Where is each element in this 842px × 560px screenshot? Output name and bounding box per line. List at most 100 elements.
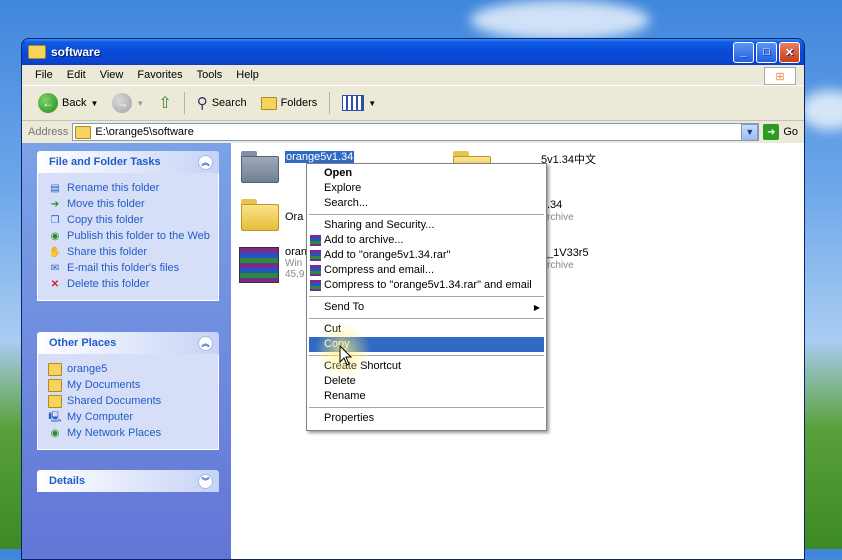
task-copy[interactable]: ❐ Copy this folder [48, 214, 212, 227]
other-places-header[interactable]: Other Places ︽ [37, 332, 219, 354]
menu-bar: File Edit View Favorites Tools Help ⊞ [22, 65, 804, 85]
menu-compress-rar-email[interactable]: Compress to "orange5v1.34.rar" and email [307, 278, 546, 293]
go-arrow-icon[interactable]: ➜ [763, 124, 780, 140]
place-my-documents[interactable]: My Documents [48, 379, 212, 392]
address-path: E:\orange5\software [95, 126, 194, 138]
place-network[interactable]: ◉ My Network Places [48, 427, 212, 440]
other-places-panel: Other Places ︽ orange5 My Documents Shar… [37, 332, 219, 450]
back-arrow-icon: ← [38, 93, 58, 113]
mouse-pointer-icon [339, 345, 353, 366]
up-folder-button[interactable]: ⇧ [154, 91, 175, 115]
address-label: Address [28, 126, 69, 138]
back-label: Back [62, 97, 87, 109]
address-input[interactable]: E:\orange5\software ▼ [72, 123, 760, 141]
menu-favorites[interactable]: Favorites [130, 69, 189, 81]
panel-title: Other Places [49, 337, 117, 349]
menu-rename[interactable]: Rename [307, 389, 546, 404]
winrar-icon [310, 235, 321, 246]
chevron-down-icon[interactable]: ▼ [90, 99, 98, 108]
windows-logo-icon: ⊞ [764, 67, 796, 85]
folders-icon [260, 96, 277, 110]
menu-help[interactable]: Help [229, 69, 266, 81]
place-orange5[interactable]: orange5 [48, 363, 212, 376]
file-name: 5v1.34中文 [541, 154, 597, 166]
views-button[interactable]: ▼ [338, 93, 380, 113]
folder-icon [75, 125, 92, 139]
file-type: rchive [547, 212, 574, 223]
other-places-list: orange5 My Documents Shared Documents 🖳 M… [37, 354, 219, 450]
menu-properties[interactable]: Properties [307, 411, 546, 426]
winrar-icon [310, 265, 321, 276]
search-button[interactable]: ⚲ Search [193, 92, 251, 114]
forward-button[interactable]: → ▼ [108, 91, 148, 115]
toolbar-separator [183, 92, 185, 114]
chevron-down-icon: ▼ [368, 98, 377, 108]
file-item[interactable]: Ora [241, 199, 303, 231]
close-button[interactable]: ✕ [779, 41, 800, 63]
menu-add-archive[interactable]: Add to archive... [307, 233, 546, 248]
details-header[interactable]: Details ︾ [37, 470, 219, 492]
file-item[interactable]: _1V33r5 rchive [547, 247, 589, 272]
task-share[interactable]: ✋ Share this folder [48, 246, 212, 259]
window-title: software [51, 45, 101, 59]
winrar-icon [310, 250, 321, 261]
file-type: rchive [547, 260, 574, 271]
collapse-chevron-icon[interactable]: ︽ [198, 335, 213, 351]
menu-view[interactable]: View [93, 69, 131, 81]
task-rename[interactable]: ▤ Rename this folder [48, 182, 212, 195]
panel-title: Details [49, 475, 86, 487]
file-name: oran [285, 246, 308, 258]
task-move[interactable]: ➔ Move this folder [48, 198, 212, 211]
file-item[interactable]: .34 rchive [547, 199, 574, 224]
folder-icon [48, 363, 62, 376]
menu-add-rar[interactable]: Add to "orange5v1.34.rar" [307, 248, 546, 263]
globe-icon: ◉ [50, 230, 60, 242]
collapse-chevron-icon[interactable]: ︽ [198, 154, 213, 170]
menu-compress-email[interactable]: Compress and email... [307, 263, 546, 278]
details-panel: Details ︾ [37, 470, 219, 492]
rename-icon: ▤ [50, 182, 60, 194]
menu-file[interactable]: File [28, 69, 60, 81]
chevron-down-icon[interactable]: ▼ [136, 99, 144, 108]
documents-icon [48, 379, 62, 392]
address-dropdown-button[interactable]: ▼ [741, 123, 759, 141]
maximize-button[interactable]: □ [756, 41, 777, 63]
task-delete[interactable]: ✕ Delete this folder [48, 278, 212, 291]
winrar-archive-icon [239, 247, 279, 283]
menu-tools[interactable]: Tools [190, 69, 230, 81]
folder-icon [28, 45, 46, 59]
place-shared-documents[interactable]: Shared Documents [48, 395, 212, 408]
menu-separator [309, 296, 544, 297]
forward-arrow-icon: → [112, 93, 133, 113]
task-email[interactable]: ✉ E-mail this folder's files [48, 262, 212, 275]
folder-icon [241, 151, 279, 183]
go-button[interactable]: Go [783, 126, 798, 138]
task-publish[interactable]: ◉ Publish this folder to the Web [48, 230, 212, 243]
menu-send-to[interactable]: Send To ▶ [307, 300, 546, 315]
place-my-computer[interactable]: 🖳 My Computer [48, 411, 212, 424]
menu-edit[interactable]: Edit [60, 69, 93, 81]
delete-icon: ✕ [50, 278, 60, 290]
menu-search[interactable]: Search... [307, 196, 546, 211]
title-bar[interactable]: software _ □ ✕ [22, 39, 804, 65]
file-folder-tasks-header[interactable]: File and Folder Tasks ︽ [37, 151, 219, 173]
folders-button[interactable]: Folders [257, 95, 322, 112]
menu-open[interactable]: Open [307, 166, 546, 181]
folder-icon [241, 199, 279, 231]
folders-label: Folders [280, 97, 318, 109]
toolbar: ← Back ▼ → ▼ ⇧ ⚲ Search Folders ▼ [22, 85, 804, 121]
file-type: Win [285, 258, 303, 269]
back-button[interactable]: ← Back ▼ [34, 91, 102, 115]
menu-sharing[interactable]: Sharing and Security... [307, 218, 546, 233]
file-folder-tasks-panel: File and Folder Tasks ︽ ▤ Rename this fol… [37, 151, 219, 301]
address-bar: Address E:\orange5\software ▼ ➜ Go [22, 121, 804, 144]
minimize-button[interactable]: _ [733, 41, 754, 63]
file-name: _1V33r5 [547, 247, 589, 259]
share-icon: ✋ [48, 246, 62, 258]
search-icon: ⚲ [196, 95, 208, 112]
expand-chevron-icon[interactable]: ︾ [198, 473, 213, 489]
panel-title: File and Folder Tasks [49, 156, 161, 168]
move-icon: ➔ [50, 198, 60, 210]
file-item[interactable]: oran Win 45,9 [239, 247, 307, 283]
menu-explore[interactable]: Explore [307, 181, 546, 196]
